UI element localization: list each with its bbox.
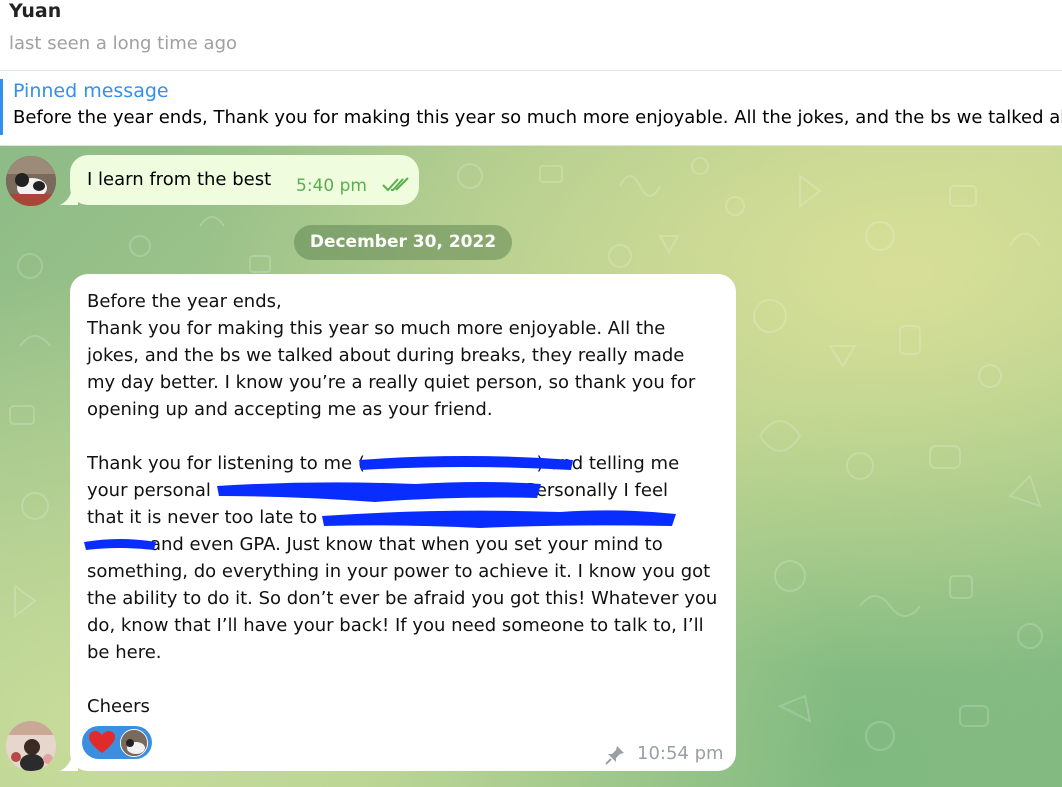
pinned-title: Pinned message <box>13 80 169 102</box>
letter-message-bubble[interactable]: Before the year ends, Thank you for maki… <box>70 274 736 771</box>
letter-line: the ability to do it. So don’t ever be a… <box>87 588 718 609</box>
redaction-scribble <box>359 456 573 470</box>
last-seen-status: last seen a long time ago <box>9 33 238 54</box>
letter-line: and even GPA. Just know that when you se… <box>87 534 663 555</box>
user-avatar[interactable] <box>6 721 56 771</box>
redaction-scribble <box>217 482 541 502</box>
reaction-pill[interactable] <box>82 726 152 759</box>
message-time: 10:54 pm <box>637 743 724 764</box>
redaction-scribble <box>84 539 156 550</box>
letter-line: something, do everything in your power t… <box>87 561 711 582</box>
pinned-message-bar[interactable]: Pinned message Before the year ends, Tha… <box>0 71 1062 146</box>
letter-line: Cheers <box>87 696 150 717</box>
redaction-scribble <box>322 510 676 528</box>
double-check-icon <box>382 177 409 192</box>
message-bubble[interactable]: I learn from the best 5:40 pm <box>70 155 419 205</box>
letter-line: my day better. I know you’re a really qu… <box>87 372 696 393</box>
letter-line: Before the year ends, <box>87 291 282 312</box>
pinned-indicator <box>0 79 3 135</box>
reactor-avatar <box>120 729 148 757</box>
date-separator: December 30, 2022 <box>294 225 512 260</box>
contact-avatar[interactable] <box>6 156 56 206</box>
chat-header[interactable]: Yuan last seen a long time ago <box>0 0 1062 71</box>
letter-line: opening up and accepting me as your frie… <box>87 399 493 420</box>
letter-line: be here. <box>87 642 162 663</box>
letter-line: do, know that I’ll have your back! If yo… <box>87 615 704 636</box>
message-text: I learn from the best <box>87 169 272 190</box>
pin-icon <box>605 746 624 765</box>
letter-line: Thank you for making this year so much m… <box>87 318 666 339</box>
contact-name[interactable]: Yuan <box>9 0 61 22</box>
pinned-text: Before the year ends, Thank you for maki… <box>13 107 1062 128</box>
heart-icon <box>89 731 115 753</box>
message-time: 5:40 pm <box>296 176 367 196</box>
letter-line: jokes, and the bs we talked about during… <box>87 345 685 366</box>
chat-area[interactable]: I learn from the best 5:40 pm December 3… <box>0 146 1062 787</box>
